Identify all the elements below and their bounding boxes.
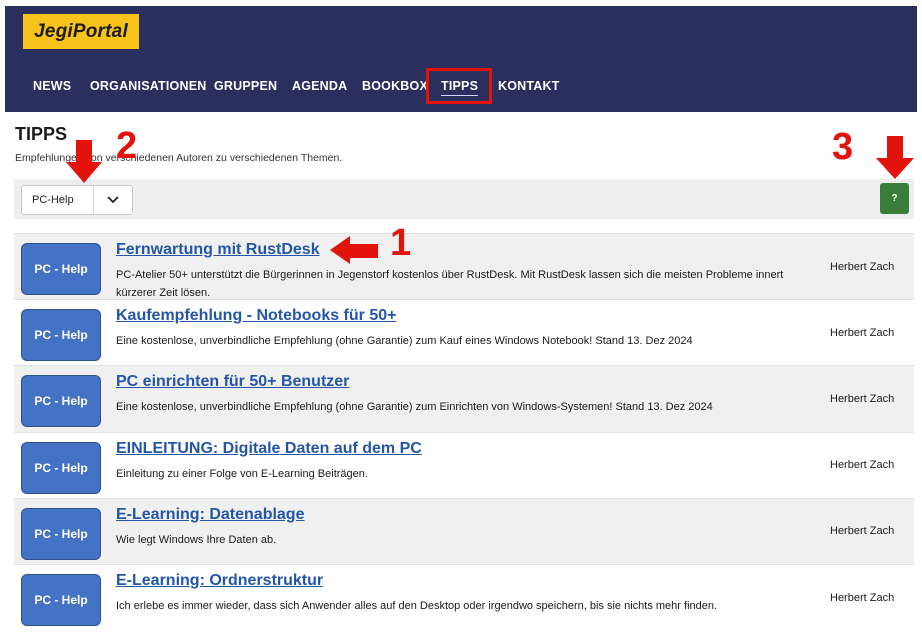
nav-news[interactable]: NEWS <box>33 68 71 104</box>
nav-organisationen[interactable]: ORGANISATIONEN <box>90 68 206 104</box>
nav-agenda[interactable]: AGENDA <box>292 68 347 104</box>
chevron-down-icon[interactable] <box>93 186 132 214</box>
item-title-link[interactable]: PC einrichten für 50+ Benutzer <box>116 373 349 391</box>
item-description: PC-Atelier 50+ unterstützt die Bürgerinn… <box>116 269 784 299</box>
category-badge[interactable]: PC - Help <box>21 375 101 428</box>
annotation-arrow-down-icon <box>66 140 102 183</box>
list-item: PC - Help Kaufempfehlung - Notebooks für… <box>14 299 914 366</box>
category-select-value: PC-Help <box>32 194 74 206</box>
item-description: Einleitung zu einer Folge von E-Learning… <box>116 467 368 480</box>
category-select[interactable]: PC-Help <box>21 185 133 215</box>
annotation-arrow-left-icon <box>330 236 378 264</box>
category-badge[interactable]: PC - Help <box>21 243 101 295</box>
list-item: PC - Help PC einrichten für 50+ Benutzer… <box>14 365 914 432</box>
nav-bookbox[interactable]: BOOKBOX <box>362 68 428 104</box>
list-item: PC - Help E-Learning: Datenablage Wie le… <box>14 497 914 564</box>
list-item: PC - Help E-Learning: Ordnerstruktur Ich… <box>14 563 914 631</box>
annotation-arrow-down-icon <box>876 136 914 179</box>
item-author: Herbert Zach <box>830 260 895 273</box>
site-header: JegiPortal NEWS ORGANISATIONEN GRUPPEN A… <box>5 6 917 112</box>
help-button[interactable]: ? <box>880 183 909 214</box>
category-badge[interactable]: PC - Help <box>21 573 101 626</box>
list-item: PC - Help Fernwartung mit RustDesk PC-At… <box>14 233 914 300</box>
nav-gruppen[interactable]: GRUPPEN <box>214 68 277 104</box>
item-description: Eine kostenlose, unverbindliche Empfehlu… <box>116 401 713 414</box>
item-title-link[interactable]: EINLEITUNG: Digitale Daten auf dem PC <box>116 440 422 458</box>
tips-list: PC - Help Fernwartung mit RustDesk PC-At… <box>14 233 914 631</box>
site-logo[interactable]: JegiPortal <box>23 14 139 49</box>
category-badge[interactable]: PC - Help <box>21 441 101 494</box>
item-title-link[interactable]: Kaufempfehlung - Notebooks für 50+ <box>116 307 396 325</box>
list-item: PC - Help EINLEITUNG: Digitale Daten auf… <box>14 431 914 498</box>
page-title: TIPPS <box>15 124 68 144</box>
item-author: Herbert Zach <box>830 392 895 405</box>
item-title-link[interactable]: E-Learning: Datenablage <box>116 506 304 524</box>
filter-toolbar: PC-Help ? <box>14 179 914 219</box>
item-author: Herbert Zach <box>830 459 895 472</box>
item-title-link[interactable]: E-Learning: Ordnerstruktur <box>116 572 323 590</box>
item-title-link[interactable]: Fernwartung mit RustDesk <box>116 241 320 259</box>
category-badge[interactable]: PC - Help <box>21 507 101 560</box>
nav-tipps-highlight-box <box>426 68 492 104</box>
item-description: Eine kostenlose, unverbindliche Empfehlu… <box>116 335 693 348</box>
category-badge[interactable]: PC - Help <box>21 309 101 362</box>
item-author: Herbert Zach <box>830 591 895 604</box>
item-author: Herbert Zach <box>830 326 895 339</box>
annotation-number-3: 3 <box>832 126 854 168</box>
item-description: Ich erlebe es immer wieder, dass sich An… <box>116 599 718 612</box>
item-description: Wie legt Windows Ihre Daten ab. <box>116 533 277 546</box>
item-author: Herbert Zach <box>830 525 895 538</box>
annotation-number-2: 2 <box>116 125 138 167</box>
nav-kontakt[interactable]: KONTAKT <box>498 68 560 104</box>
main-nav: NEWS ORGANISATIONEN GRUPPEN AGENDA BOOKB… <box>5 68 917 104</box>
annotation-number-1: 1 <box>390 222 412 264</box>
